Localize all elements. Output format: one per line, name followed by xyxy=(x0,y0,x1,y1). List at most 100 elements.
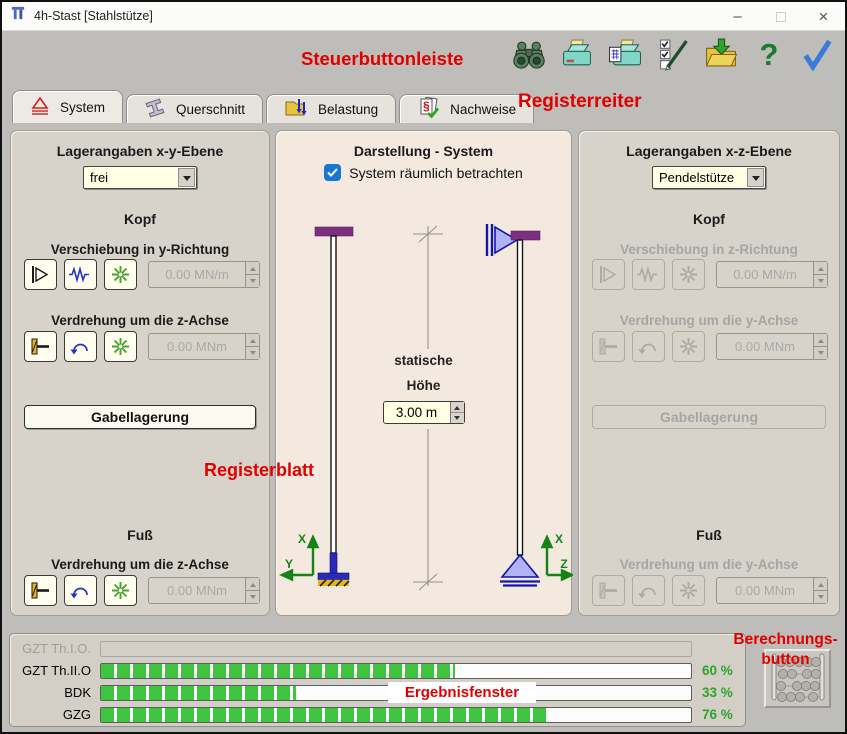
svg-text:Y: Y xyxy=(285,557,293,571)
chevron-down-icon xyxy=(747,168,764,187)
search-button[interactable] xyxy=(509,35,549,77)
checkbox-checked-icon[interactable] xyxy=(324,164,341,181)
stiffness-input: 0.00 MNm xyxy=(716,333,828,360)
height-label-1: statische xyxy=(276,353,571,368)
maximize-icon xyxy=(776,12,786,22)
svg-text:?: ? xyxy=(760,38,779,71)
stiffness-value: 0.00 MNm xyxy=(717,334,813,359)
dropdown-value: Pendelstütze xyxy=(653,170,747,185)
spinner xyxy=(245,578,259,603)
kopf-heading: Kopf xyxy=(579,211,839,227)
group-label: Verdrehung um die z-Achse xyxy=(11,557,269,572)
tab-belastung[interactable]: Belastung xyxy=(266,94,396,123)
maximize-button xyxy=(759,2,802,31)
minimize-button[interactable]: – xyxy=(716,2,759,31)
group-label: Verdrehung um die z-Achse xyxy=(11,313,269,328)
chevron-down-icon xyxy=(178,168,195,187)
panel-lager-xy: Lagerangaben x-y-Ebene frei Kopf Verschi… xyxy=(10,130,270,616)
result-percent: 76 % xyxy=(702,707,733,722)
stiffness-input: 0.00 MN/m xyxy=(716,261,828,288)
stiffness-input: 0.00 MNm xyxy=(148,577,260,604)
tab-querschnitt[interactable]: Querschnitt xyxy=(126,94,263,123)
height-spinner[interactable] xyxy=(450,402,464,423)
tab-label: Belastung xyxy=(318,102,378,117)
support-fixed-button[interactable] xyxy=(24,331,57,362)
printer-document-icon xyxy=(607,38,643,74)
svg-text:Z: Z xyxy=(560,557,567,571)
tab-label: System xyxy=(60,100,105,115)
panel-title: Lagerangaben x-y-Ebene xyxy=(11,143,269,159)
tab-bar: System Querschnitt Belastung § Nachweise xyxy=(12,90,534,123)
toolbar: ? xyxy=(509,35,837,77)
spinner xyxy=(245,262,259,287)
support-free-button xyxy=(672,331,705,362)
support-free-button xyxy=(672,259,705,290)
support-free-button[interactable] xyxy=(104,331,137,362)
annotation-ergebnisfenster: Ergebnisfenster xyxy=(388,682,536,703)
support-roller-button[interactable] xyxy=(24,259,57,290)
group-label: Verdrehung um die y-Achse xyxy=(579,313,839,328)
height-label-2: Höhe xyxy=(276,378,571,393)
rotation-spring-button[interactable] xyxy=(64,575,97,606)
support-fixed-button xyxy=(592,331,625,362)
support-free-button[interactable] xyxy=(104,575,137,606)
result-row-label: GZT Th.I.O. xyxy=(16,641,100,656)
rotation-spring-button[interactable] xyxy=(64,331,97,362)
rotation-spring-button xyxy=(632,575,665,606)
window-title: 4h-Stast [Stahlstütze] xyxy=(34,9,153,23)
tab-system[interactable]: System xyxy=(12,90,123,123)
support-free-button[interactable] xyxy=(104,259,137,290)
folder-load-icon xyxy=(284,97,308,121)
support-spring-button xyxy=(632,259,665,290)
paragraph-check-icon: § xyxy=(417,97,440,122)
result-row: GZT Th.I.O. xyxy=(16,640,739,657)
checklist-button[interactable] xyxy=(653,35,693,77)
panel-title: Darstellung - System xyxy=(276,143,571,159)
stiffness-value: 0.00 MN/m xyxy=(717,262,813,287)
result-progress-bar xyxy=(100,641,692,657)
tab-label: Nachweise xyxy=(450,102,516,117)
support-spring-button[interactable] xyxy=(64,259,97,290)
stiffness-value: 0.00 MN/m xyxy=(149,262,245,287)
gabellagerung-button[interactable]: Gabellagerung xyxy=(24,405,256,429)
binoculars-icon xyxy=(511,38,547,74)
print-document-button[interactable] xyxy=(605,35,645,77)
confirm-button[interactable] xyxy=(797,35,837,77)
annotation-registerreiter: Registerreiter xyxy=(518,91,642,113)
import-button[interactable] xyxy=(701,35,741,77)
annotation-registerblatt: Registerblatt xyxy=(204,460,314,481)
support-roller-button xyxy=(592,259,625,290)
stiffness-value: 0.00 MNm xyxy=(149,578,245,603)
folder-download-icon xyxy=(703,38,739,74)
group-label: Verschiebung in z-Richtung xyxy=(579,242,839,257)
print-button[interactable] xyxy=(557,35,597,77)
stiffness-input: 0.00 MNm xyxy=(716,577,828,604)
panel-title: Lagerangaben x-z-Ebene xyxy=(579,143,839,159)
help-button[interactable]: ? xyxy=(749,35,789,77)
spinner xyxy=(813,334,827,359)
support-fixed-button[interactable] xyxy=(24,575,57,606)
spinner xyxy=(245,334,259,359)
raeumlich-checkbox-row[interactable]: System räumlich betrachten xyxy=(276,164,571,181)
group-label: Verschiebung in y-Richtung xyxy=(11,242,269,257)
result-percent: 33 % xyxy=(702,685,733,700)
result-row-label: GZT Th.II.O xyxy=(16,663,100,678)
close-button[interactable]: × xyxy=(802,2,845,31)
checkbox-label: System räumlich betrachten xyxy=(349,165,523,181)
checkmark-icon xyxy=(799,38,835,74)
result-row: GZG76 % xyxy=(16,706,739,723)
support-fixed-button xyxy=(592,575,625,606)
app-window: 4h-Stast [Stahlstütze] – × Steuerbuttonl… xyxy=(0,0,847,734)
tab-nachweise[interactable]: § Nachweise xyxy=(399,94,534,123)
result-row: GZT Th.II.O60 % xyxy=(16,662,739,679)
dropdown-value: frei xyxy=(84,170,178,185)
height-input[interactable]: 3.00 m xyxy=(383,401,465,424)
stiffness-value: 0.00 MNm xyxy=(149,334,245,359)
stiffness-input: 0.00 MNm xyxy=(148,333,260,360)
lager-xz-dropdown[interactable]: Pendelstütze xyxy=(652,166,766,189)
height-value: 3.00 m xyxy=(384,402,450,423)
result-row-label: BDK xyxy=(16,685,100,700)
svg-text:X: X xyxy=(555,532,563,546)
support-free-button xyxy=(672,575,705,606)
lager-xy-dropdown[interactable]: frei xyxy=(83,166,197,189)
